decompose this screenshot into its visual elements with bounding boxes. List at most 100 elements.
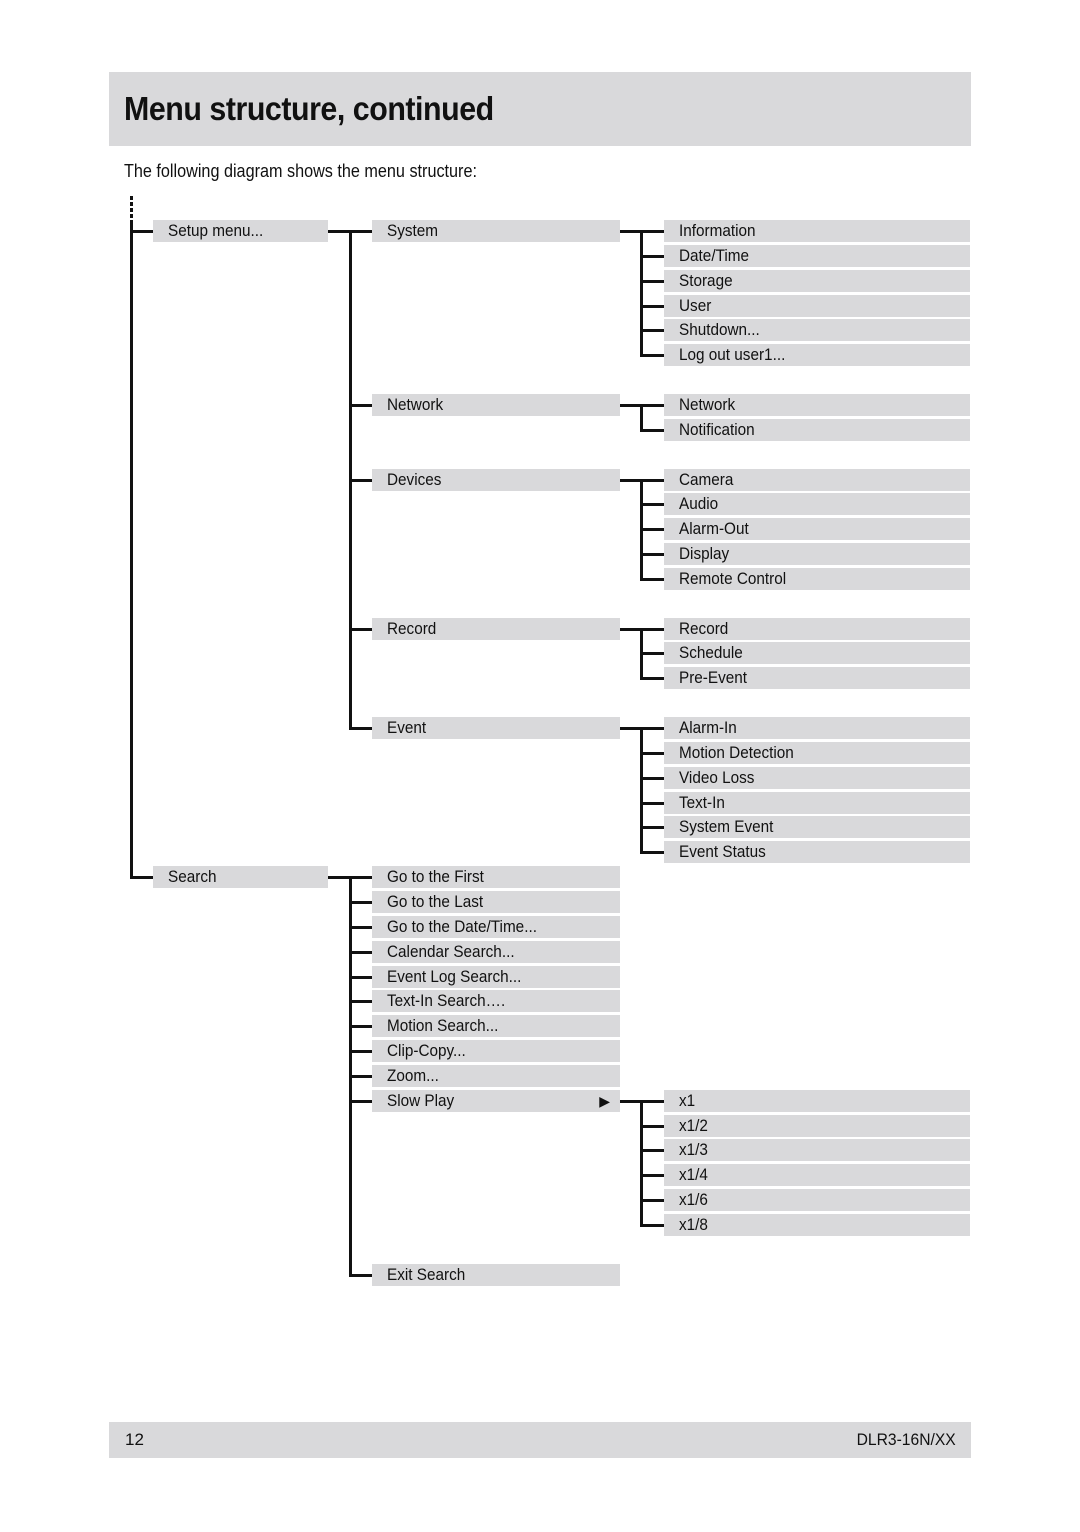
model-number: DLR3-16N/XX: [856, 1430, 956, 1449]
menu-item-event[interactable]: Event: [372, 717, 620, 739]
submenu-item-information[interactable]: Information: [664, 220, 970, 242]
menu-item-system[interactable]: System: [372, 220, 620, 242]
trunk-line: [640, 404, 643, 431]
menu-item-slow-play[interactable]: Slow Play ▶: [372, 1089, 620, 1112]
menu-item-devices[interactable]: Devices: [372, 468, 620, 491]
branch-line: [640, 677, 664, 681]
menu-item-go-to-the-first[interactable]: Go to the First: [372, 866, 620, 889]
menu-item-clip-copy[interactable]: Clip-Copy...: [372, 1040, 620, 1063]
menu-item-label: Exit Search: [387, 1264, 466, 1284]
menu-item-setup-menu[interactable]: Setup menu...: [153, 220, 328, 242]
menu-item-exit-search[interactable]: Exit Search: [372, 1263, 620, 1286]
submenu-item-record[interactable]: Record: [664, 617, 970, 640]
menu-item-label: x1/3: [679, 1140, 708, 1160]
submenu-item-camera[interactable]: Camera: [664, 468, 970, 491]
submenu-item-motion-detection[interactable]: Motion Detection: [664, 741, 970, 764]
submenu-item-log-out-user1[interactable]: Log out user1...: [664, 344, 970, 367]
branch-line: [640, 1199, 664, 1203]
branch-line: [640, 354, 664, 358]
branch-line: [349, 876, 372, 880]
menu-item-label: x1/2: [679, 1115, 708, 1135]
menu-item-label: User: [679, 295, 712, 315]
menu-item-go-to-the-last[interactable]: Go to the Last: [372, 890, 620, 913]
submenu-item-display[interactable]: Display: [664, 543, 970, 566]
branch-line: [640, 230, 664, 233]
trunk-line: [640, 728, 643, 854]
branch-line: [640, 478, 664, 482]
submenu-item-schedule[interactable]: Schedule: [664, 642, 970, 665]
submenu-item-x1-6[interactable]: x1/6: [664, 1189, 970, 1212]
root-trunk-line: [130, 220, 133, 879]
submenu-item-alarm-out[interactable]: Alarm-Out: [664, 518, 970, 541]
submenu-item-remote-control[interactable]: Remote Control: [664, 567, 970, 590]
submenu-item-alarm-in[interactable]: Alarm-In: [664, 717, 970, 739]
menu-item-label: Clip-Copy...: [387, 1041, 466, 1061]
submenu-item-x1-2[interactable]: x1/2: [664, 1114, 970, 1137]
menu-item-label: Date/Time: [679, 245, 750, 265]
submenu-item-shutdown[interactable]: Shutdown...: [664, 319, 970, 342]
root-trunk-dash: [130, 214, 133, 218]
branch-line: [640, 279, 664, 283]
menu-item-label: Setup menu...: [168, 221, 264, 240]
menu-item-label: x1: [679, 1090, 696, 1110]
menu-item-record[interactable]: Record: [372, 617, 620, 640]
submenu-item-pre-event[interactable]: Pre-Event: [664, 667, 970, 690]
branch-line: [349, 1025, 372, 1029]
menu-item-label: Go to the Date/Time...: [387, 916, 537, 936]
menu-item-label: x1/4: [679, 1165, 708, 1185]
submenu-item-text-in[interactable]: Text-In: [664, 791, 970, 814]
menu-item-label: Audio: [679, 494, 719, 514]
submenu-item-x1-4[interactable]: x1/4: [664, 1164, 970, 1187]
branch-line: [640, 528, 664, 532]
branch-line: [640, 851, 664, 855]
submenu-item-x1[interactable]: x1: [664, 1089, 970, 1112]
menu-item-label: Alarm-In: [679, 718, 737, 737]
submenu-item-network[interactable]: Network: [664, 393, 970, 416]
trunk-line: [640, 1100, 643, 1226]
menu-item-label: Network: [387, 394, 444, 414]
menu-item-label: x1/6: [679, 1190, 708, 1210]
menu-item-label: Go to the Last: [387, 891, 484, 911]
branch-line: [349, 627, 372, 631]
menu-item-text-in-search[interactable]: Text-In Search….: [372, 990, 620, 1013]
branch-line: [640, 1224, 664, 1227]
branch-line: [640, 751, 664, 755]
menu-item-go-to-the-date-time[interactable]: Go to the Date/Time...: [372, 915, 620, 938]
submenu-item-event-status[interactable]: Event Status: [664, 841, 970, 864]
menu-item-search[interactable]: Search: [153, 866, 328, 889]
submenu-item-system-event[interactable]: System Event: [664, 816, 970, 839]
page-number: 12: [125, 1430, 144, 1449]
submenu-item-user[interactable]: User: [664, 294, 970, 317]
submenu-item-audio[interactable]: Audio: [664, 493, 970, 516]
branch-line: [349, 727, 372, 730]
menu-item-label: Motion Search...: [387, 1016, 499, 1036]
menu-item-network[interactable]: Network: [372, 393, 620, 416]
submenu-item-date-time[interactable]: Date/Time: [664, 244, 970, 267]
menu-item-label: Log out user1...: [679, 345, 786, 365]
menu-item-label: Event Log Search...: [387, 966, 522, 986]
menu-item-zoom[interactable]: Zoom...: [372, 1064, 620, 1087]
menu-item-label: Event Status: [679, 842, 766, 862]
menu-item-label: Schedule: [679, 643, 743, 663]
menu-item-label: Remote Control: [679, 568, 787, 588]
menu-item-label: Pre-Event: [679, 668, 748, 688]
menu-item-label: Information: [679, 221, 756, 240]
submenu-item-video-loss[interactable]: Video Loss: [664, 766, 970, 789]
submenu-item-x1-3[interactable]: x1/3: [664, 1139, 970, 1162]
page-title: Menu structure, continued: [124, 90, 494, 127]
menu-item-event-log-search[interactable]: Event Log Search...: [372, 965, 620, 988]
submenu-item-notification[interactable]: Notification: [664, 418, 970, 441]
submenu-item-storage[interactable]: Storage: [664, 269, 970, 292]
branch-line: [640, 801, 664, 805]
menu-item-label: Storage: [679, 270, 733, 290]
menu-item-calendar-search[interactable]: Calendar Search...: [372, 940, 620, 963]
menu-item-label: System Event: [679, 817, 774, 837]
branch-line: [349, 1050, 372, 1054]
menu-item-motion-search[interactable]: Motion Search...: [372, 1015, 620, 1038]
branch-line: [640, 329, 664, 333]
intro-text: The following diagram shows the menu str…: [124, 161, 477, 181]
branch-line: [349, 1099, 372, 1103]
menu-item-label: x1/8: [679, 1215, 708, 1234]
submenu-item-x1-8[interactable]: x1/8: [664, 1214, 970, 1236]
branch-line: [640, 727, 664, 730]
